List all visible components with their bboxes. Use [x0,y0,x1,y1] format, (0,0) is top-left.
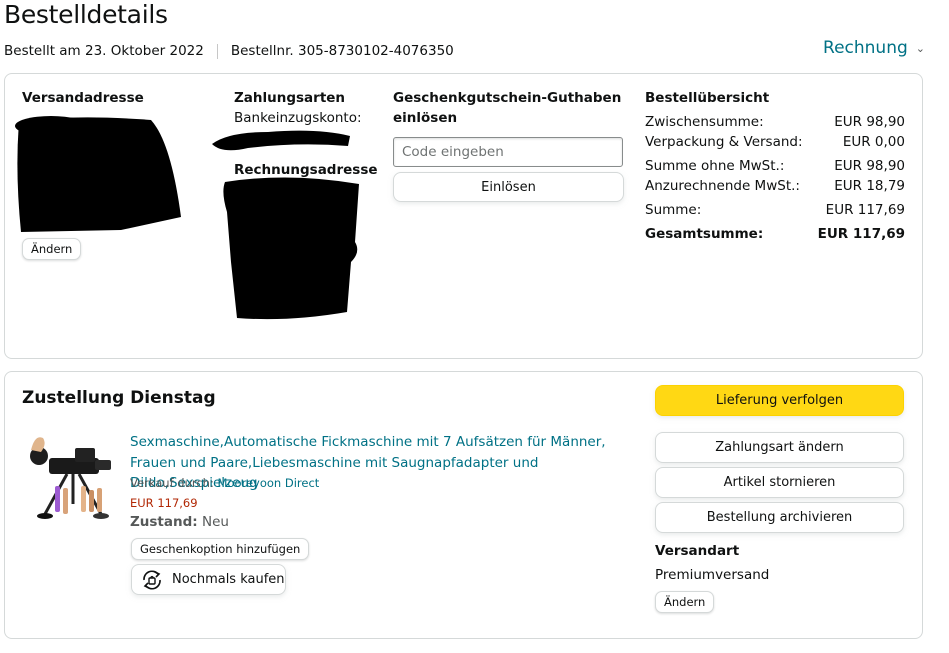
meta-divider [216,43,218,59]
summary-label: Gesamtsumme: [645,226,764,242]
summary-label: Summe: [645,202,702,218]
redacted-billing-address [223,177,359,320]
summary-label: Summe ohne MwSt.: [645,158,785,174]
cancel-item-button[interactable]: Artikel stornieren [655,467,904,498]
chevron-down-icon: ⌄ [915,41,925,55]
condition-value: Neu [201,514,229,530]
summary-label: Anzurechnende MwSt.: [645,178,800,194]
order-number: Bestellnr. 305-8730102-4076350 [230,43,454,59]
summary-value: EUR 0,00 [842,134,905,150]
sold-by-label: Verkauf durch: [130,476,214,490]
archive-order-button[interactable]: Bestellung archivieren [655,502,904,533]
product-price: EUR 117,69 [130,496,198,510]
gift-card-heading-line1: Geschenkgutschein-Guthaben [393,90,622,106]
gift-card-heading-line2: einlösen [393,110,458,126]
add-gift-option-button[interactable]: Geschenkoption hinzufügen [131,538,310,560]
track-delivery-button[interactable]: Lieferung verfolgen [655,385,904,416]
product-condition: Zustand: Neu [130,514,229,530]
change-shipping-type-button[interactable]: Ändern [655,591,715,613]
summary-row-subtotal: Zwischensumme: EUR 98,90 [645,114,905,130]
condition-label: Zustand: [130,514,198,530]
buy-again-label: Nochmals kaufen [172,572,285,587]
order-date: Bestellt am 23. Oktober 2022 [4,43,204,59]
summary-label: Zwischensumme: [645,114,764,130]
invoice-dropdown[interactable]: Rechnung ⌄ [823,38,925,58]
change-payment-button[interactable]: Zahlungsart ändern [655,432,904,463]
delivery-card: Zustellung Dienstag Sexmaschine,Automati… [4,371,923,639]
payment-method-label: Bankeinzugskonto: [234,110,362,126]
invoice-label: Rechnung [823,38,908,58]
product-image[interactable] [27,430,119,525]
summary-value: EUR 18,79 [834,178,905,194]
summary-row-shipping: Verpackung & Versand: EUR 0,00 [645,134,905,150]
order-meta: Bestellt am 23. Oktober 2022 Bestellnr. … [4,43,454,59]
delivery-title: Zustellung Dienstag [22,388,216,408]
summary-row-vat: Anzurechnende MwSt.: EUR 18,79 [645,178,905,194]
order-info-card: Versandadresse Ändern Zahlungsarten Bank… [4,73,923,359]
summary-value: EUR 117,69 [825,202,905,218]
seller-line: Verkauf durch: Mooreyoon Direct [130,476,319,490]
shipping-type-heading: Versandart [655,543,740,559]
summary-value: EUR 98,90 [834,158,905,174]
shipping-address-heading: Versandadresse [22,90,144,106]
gift-code-input[interactable] [393,137,623,167]
payment-methods-heading: Zahlungsarten [234,90,346,106]
buy-again-icon [143,569,161,590]
redacted-payment-method [212,130,350,151]
seller-link[interactable]: Mooreyoon Direct [217,476,319,490]
redeem-button[interactable]: Einlösen [393,172,624,202]
page-title: Bestelldetails [4,0,168,29]
summary-row-net: Summe ohne MwSt.: EUR 98,90 [645,158,905,174]
shipping-type-value: Premiumversand [655,567,770,583]
redacted-shipping-address [15,116,182,232]
summary-row-sum: Summe: EUR 117,69 [645,202,905,218]
change-shipping-address-button[interactable]: Ändern [22,238,82,260]
buy-again-button[interactable]: Nochmals kaufen [131,564,286,595]
summary-value: EUR 98,90 [834,114,905,130]
summary-row-total: Gesamtsumme: EUR 117,69 [645,226,905,242]
summary-label: Verpackung & Versand: [645,134,803,150]
summary-value: EUR 117,69 [817,226,905,242]
order-summary-heading: Bestellübersicht [645,90,770,106]
